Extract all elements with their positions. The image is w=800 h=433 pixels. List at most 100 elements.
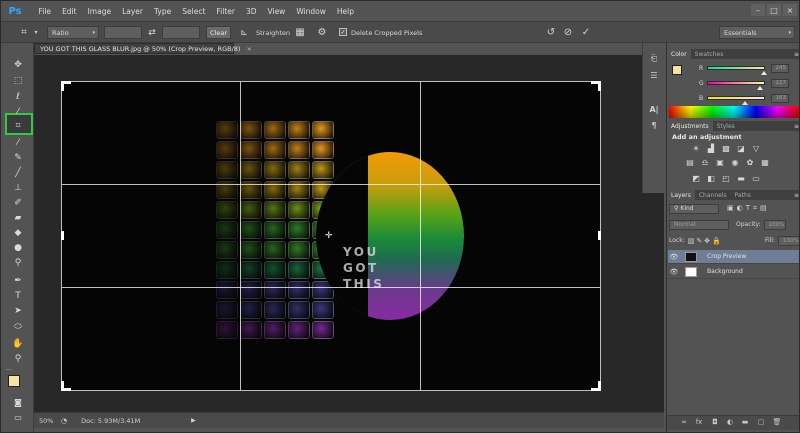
gradient-map-icon[interactable]: ▭ bbox=[751, 174, 761, 183]
channel-mixer-icon[interactable]: ✿ bbox=[745, 158, 755, 167]
eye-icon[interactable]: 👁 bbox=[668, 268, 680, 276]
color-spectrum[interactable] bbox=[669, 106, 799, 118]
adjustment-layer-icon[interactable]: ◐ bbox=[725, 418, 735, 426]
quick-select-tool-icon[interactable]: ⁄ bbox=[9, 105, 27, 119]
exposure-icon[interactable]: ◪ bbox=[736, 144, 746, 153]
layer-name[interactable]: Background bbox=[707, 268, 743, 275]
fill-input[interactable]: 100% bbox=[778, 235, 799, 246]
crop-width-input[interactable] bbox=[104, 26, 142, 39]
trash-icon[interactable]: 🗑 bbox=[772, 418, 782, 426]
document-image[interactable]: YOU GOT THIS ✛ bbox=[61, 81, 601, 391]
vibrance-icon[interactable]: ▽ bbox=[751, 144, 761, 153]
minimize-button[interactable]: – bbox=[751, 4, 765, 16]
ellipse-tool-icon[interactable]: ⬭ bbox=[9, 320, 27, 334]
history-brush-tool-icon[interactable]: ✐ bbox=[9, 196, 27, 210]
tab-swatches[interactable]: Swatches bbox=[691, 49, 728, 59]
tab-styles[interactable]: Styles bbox=[713, 121, 739, 131]
workspace-dropdown[interactable]: Essentials ▾ bbox=[719, 26, 795, 39]
menu-3d[interactable]: 3D bbox=[240, 7, 262, 16]
zoom-level[interactable]: 50% bbox=[39, 417, 61, 425]
invert-icon[interactable]: ◩ bbox=[691, 174, 701, 183]
status-icon[interactable]: ◔ bbox=[61, 417, 67, 425]
photo-filter-icon[interactable]: ◉ bbox=[730, 158, 740, 167]
link-layers-icon[interactable]: ∞ bbox=[679, 418, 689, 426]
crop-height-input[interactable] bbox=[162, 26, 200, 39]
threshold-icon[interactable]: ◰ bbox=[721, 174, 731, 183]
curves-icon[interactable]: ▩ bbox=[721, 144, 731, 153]
panel-menu-icon[interactable]: ≡ bbox=[794, 51, 799, 58]
color-balance-icon[interactable]: ♎ bbox=[700, 158, 710, 167]
menu-help[interactable]: Help bbox=[331, 7, 359, 16]
ps-logo-icon[interactable]: Ps bbox=[5, 2, 25, 20]
brightness-contrast-icon[interactable]: ☀ bbox=[691, 144, 701, 153]
tab-channels[interactable]: Channels bbox=[695, 190, 731, 200]
marquee-tool-icon[interactable]: ⬚ bbox=[9, 74, 27, 88]
paragraph-panel-icon[interactable]: ¶ bbox=[648, 119, 660, 131]
canvas-area[interactable]: YOU GOT THIS ✛ bbox=[34, 55, 664, 412]
clone-stamp-tool-icon[interactable]: ⊥ bbox=[9, 181, 27, 195]
reset-icon[interactable]: ↺ bbox=[544, 26, 558, 39]
menu-filter[interactable]: Filter bbox=[211, 7, 241, 16]
straighten-icon[interactable]: ⊾ bbox=[237, 26, 251, 39]
type-tool-icon[interactable]: T bbox=[9, 289, 27, 303]
green-slider[interactable] bbox=[707, 81, 765, 90]
blend-mode-dropdown[interactable]: Normal bbox=[669, 219, 729, 230]
menu-file[interactable]: File bbox=[33, 7, 57, 16]
eyedropper-tool-icon[interactable]: ⁄ bbox=[9, 136, 27, 150]
menu-image[interactable]: Image bbox=[82, 7, 117, 16]
layer-name[interactable]: Crop Preview bbox=[707, 253, 746, 260]
selective-color-icon[interactable]: ▬ bbox=[736, 174, 746, 183]
commit-check-icon[interactable]: ✓ bbox=[579, 26, 593, 39]
slider-thumb[interactable] bbox=[756, 86, 763, 90]
straighten-label[interactable]: Straighten bbox=[256, 26, 290, 39]
blue-slider[interactable] bbox=[707, 96, 765, 105]
crop-handle-top-left[interactable] bbox=[61, 81, 71, 91]
delete-cropped-checkbox[interactable]: ✓ bbox=[339, 28, 347, 41]
menu-type[interactable]: Type bbox=[149, 7, 177, 16]
crop-handle-left[interactable] bbox=[61, 231, 64, 240]
menu-edit[interactable]: Edit bbox=[57, 7, 83, 16]
crop-handle-right[interactable] bbox=[598, 231, 601, 240]
close-icon[interactable]: × bbox=[246, 45, 251, 53]
black-white-icon[interactable]: ▣ bbox=[715, 158, 725, 167]
new-group-icon[interactable]: ▬ bbox=[740, 418, 750, 426]
menu-view[interactable]: View bbox=[262, 7, 291, 16]
crop-handle-top-right[interactable] bbox=[591, 81, 601, 91]
panel-menu-icon[interactable]: ≡ bbox=[794, 192, 799, 199]
new-layer-icon[interactable]: ▢ bbox=[756, 418, 766, 426]
path-selection-tool-icon[interactable]: ➤ bbox=[9, 304, 27, 318]
tab-layers[interactable]: Layers bbox=[667, 190, 695, 200]
layer-filter-icons[interactable]: ▣◐T⌗▤ bbox=[727, 204, 770, 213]
layer-mask-icon[interactable]: ◘ bbox=[710, 418, 720, 426]
restore-button[interactable]: □ bbox=[767, 4, 781, 16]
status-menu-arrow-icon[interactable]: ▶ bbox=[191, 417, 196, 424]
levels-icon[interactable]: ▟ bbox=[706, 144, 716, 153]
slider-thumb[interactable] bbox=[760, 71, 767, 75]
close-button[interactable]: × bbox=[783, 4, 797, 16]
dodge-tool-icon[interactable]: ⚲ bbox=[9, 256, 27, 270]
panel-menu-icon[interactable]: ≡ bbox=[794, 123, 799, 130]
tab-color[interactable]: Color bbox=[667, 49, 691, 59]
hand-tool-icon[interactable]: ✋ bbox=[9, 337, 27, 351]
quick-mask-icon[interactable]: ◙ bbox=[9, 395, 27, 409]
filter-kind-dropdown[interactable]: ⚲ Kind bbox=[669, 203, 719, 214]
menu-window[interactable]: Window bbox=[291, 7, 332, 16]
lock-icons[interactable]: ▧✎✥🔒 bbox=[688, 237, 723, 245]
foreground-swatch[interactable] bbox=[672, 65, 682, 75]
tab-adjustments[interactable]: Adjustments bbox=[667, 121, 713, 131]
chevron-down-icon[interactable]: ▾ bbox=[29, 26, 43, 39]
red-value[interactable]: 245 bbox=[771, 63, 789, 73]
history-panel-icon[interactable]: ⎗ bbox=[648, 53, 660, 65]
blue-value[interactable]: 163 bbox=[771, 93, 789, 103]
crop-border[interactable] bbox=[61, 81, 601, 391]
screen-mode-icon[interactable]: ▭ bbox=[9, 410, 27, 424]
color-lookup-icon[interactable]: ▦ bbox=[760, 158, 770, 167]
paint-bucket-tool-icon[interactable]: ◆ bbox=[9, 226, 27, 240]
menu-layer[interactable]: Layer bbox=[117, 7, 149, 16]
document-tab[interactable]: YOU GOT THIS GLASS BLUR.jpg @ 50% (Crop … bbox=[34, 43, 252, 54]
character-panel-icon[interactable]: A| bbox=[648, 103, 660, 115]
opacity-input[interactable]: 100% bbox=[763, 219, 786, 230]
tab-paths[interactable]: Paths bbox=[731, 190, 755, 200]
lasso-tool-icon[interactable]: ℓ bbox=[9, 90, 27, 104]
menu-select[interactable]: Select bbox=[177, 7, 211, 16]
